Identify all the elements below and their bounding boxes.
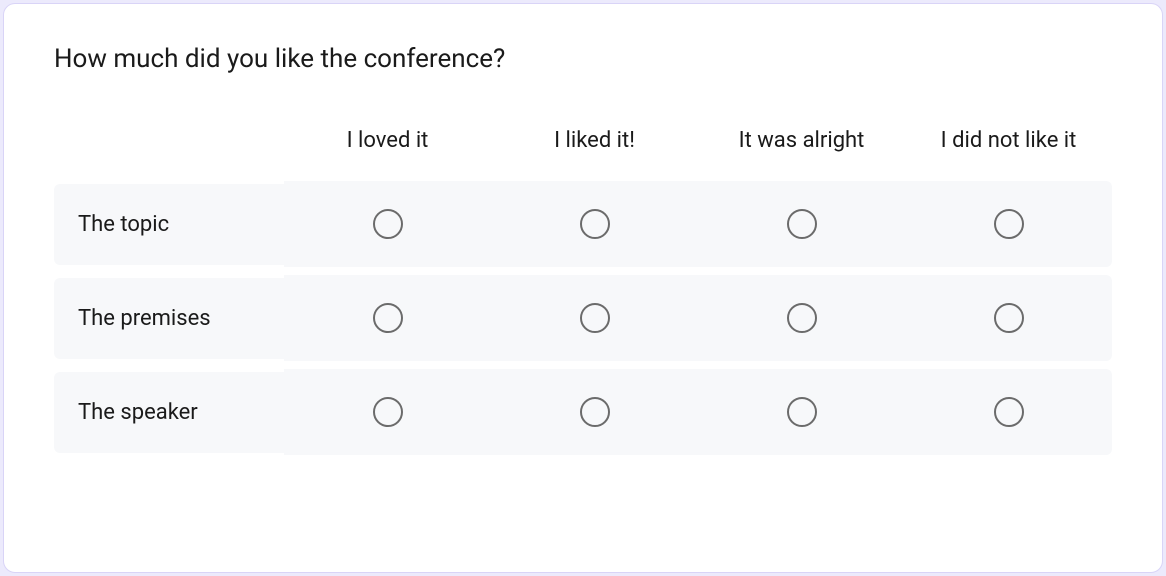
radio-option[interactable] (994, 209, 1024, 239)
column-header: I liked it! (491, 114, 698, 181)
radio-cell (905, 369, 1112, 455)
column-header: It was alright (698, 114, 905, 181)
radio-cell (698, 369, 905, 455)
radio-option[interactable] (994, 303, 1024, 333)
radio-option[interactable] (373, 303, 403, 333)
column-header: I loved it (284, 114, 491, 181)
radio-cell (491, 369, 698, 455)
radio-option[interactable] (580, 303, 610, 333)
radio-cell (491, 275, 698, 361)
radio-option[interactable] (787, 209, 817, 239)
radio-option[interactable] (580, 397, 610, 427)
radio-option[interactable] (373, 209, 403, 239)
question-card: How much did you like the conference? I … (3, 3, 1163, 573)
radio-cell (284, 181, 491, 267)
radio-cell (284, 275, 491, 361)
radio-option[interactable] (994, 397, 1024, 427)
radio-option[interactable] (787, 397, 817, 427)
column-header: I did not like it (905, 114, 1112, 181)
row-label: The topic (54, 184, 284, 265)
radio-option[interactable] (373, 397, 403, 427)
rating-grid: I loved it I liked it! It was alright I … (54, 114, 1112, 463)
question-title: How much did you like the conference? (54, 44, 1112, 74)
radio-option[interactable] (787, 303, 817, 333)
radio-cell (905, 181, 1112, 267)
radio-cell (698, 275, 905, 361)
radio-cell (698, 181, 905, 267)
radio-cell (491, 181, 698, 267)
radio-cell (905, 275, 1112, 361)
radio-option[interactable] (580, 209, 610, 239)
row-label: The speaker (54, 372, 284, 453)
radio-cell (284, 369, 491, 455)
row-label: The premises (54, 278, 284, 359)
